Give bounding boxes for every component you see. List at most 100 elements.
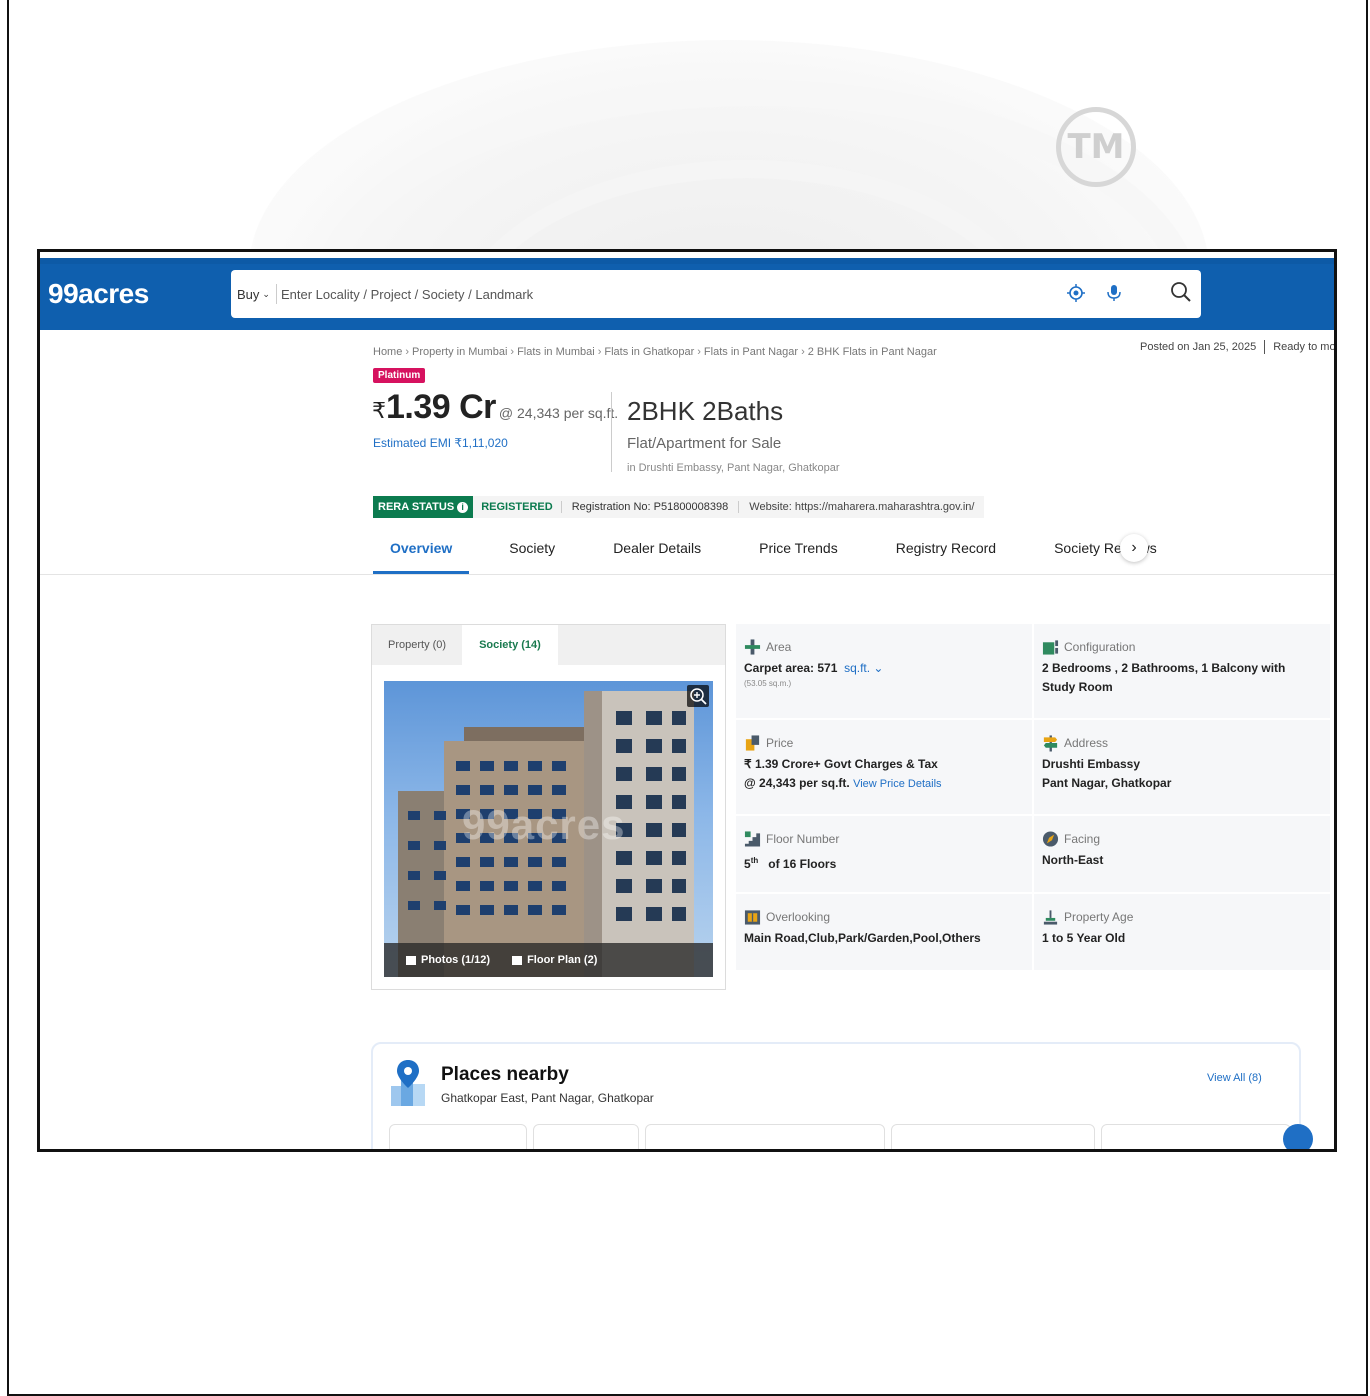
chevron-down-icon[interactable]: ⌄ — [870, 661, 883, 675]
tabs-next-arrow-icon[interactable]: › — [1120, 534, 1148, 562]
zoom-in-icon[interactable] — [687, 685, 709, 707]
places-subtitle: Ghatkopar East, Pant Nagar, Ghatkopar — [441, 1091, 654, 1105]
detail-overlooking: Overlooking Main Road,Club,Park/Garden,P… — [736, 894, 1032, 970]
view-price-details-link[interactable]: View Price Details — [853, 778, 941, 790]
overlooking-value: Main Road,Club,Park/Garden,Pool,Others — [744, 931, 981, 945]
rera-website: Website: https://maharera.maharashtra.go… — [749, 501, 975, 513]
locate-me-icon[interactable] — [1067, 284, 1085, 302]
posted-info: Posted on Jan 25, 2025 Ready to move — [1140, 340, 1336, 354]
media-tabs: Property (0) Society (14) — [372, 625, 725, 665]
search-box: Buy ⌄ — [231, 270, 1201, 318]
photos-label: Photos (1/12) — [421, 954, 491, 966]
floor-plan-label: Floor Plan (2) — [527, 954, 598, 966]
property-age-label: Property Age — [1064, 910, 1134, 924]
price-label: Price — [766, 736, 794, 750]
tab-registry-record[interactable]: Registry Record — [896, 534, 996, 574]
rera-registration-number: Registration No: P51800008398 — [562, 501, 740, 513]
floor-plan-icon — [512, 955, 523, 965]
place-chip[interactable] — [1101, 1124, 1291, 1149]
rera-status-label: RERA STATUS — [378, 501, 455, 513]
rera-registered: REGISTERED — [473, 501, 562, 513]
breadcrumb-flats-pant-nagar[interactable]: Flats in Pant Nagar — [704, 346, 798, 358]
section-tabs: Overview Society Dealer Details Price Tr… — [373, 534, 1215, 574]
buy-dropdown[interactable]: Buy ⌄ — [237, 284, 277, 304]
breadcrumb: Home › Property in Mumbai › Flats in Mumba… — [373, 346, 937, 358]
search-icon[interactable] — [1169, 280, 1193, 304]
floor-suffix: th — [750, 856, 759, 865]
tab-overview[interactable]: Overview — [373, 534, 470, 574]
tab-society[interactable]: Society — [509, 534, 555, 574]
floor-label: Floor Number — [766, 832, 840, 846]
place-chip[interactable] — [389, 1124, 527, 1149]
place-chip[interactable] — [645, 1124, 885, 1149]
listing-subtitle: Flat/Apartment for Sale — [627, 435, 782, 452]
photos-button[interactable]: Photos (1/12) — [406, 954, 490, 966]
estimated-emi-link[interactable]: Estimated EMI ₹1,11,020 — [373, 436, 508, 450]
breadcrumb-flats-ghatkopar[interactable]: Flats in Ghatkopar — [604, 346, 694, 358]
address-signpost-icon — [1043, 735, 1058, 752]
listing-location: in Drushti Embassy, Pant Nagar, Ghatkopa… — [627, 462, 840, 474]
configuration-icon — [1042, 640, 1059, 655]
place-chip[interactable] — [891, 1124, 1095, 1149]
price-value: 1.39 Cr — [386, 388, 496, 426]
listing-title: 2BHK 2Baths — [627, 396, 784, 426]
detail-area: Area Carpet area: 571 sq.ft. ⌄ (53.05 sq… — [736, 624, 1032, 718]
rera-status-badge[interactable]: RERA STATUS i — [373, 496, 474, 518]
breadcrumb-2bhk-pant-nagar[interactable]: 2 BHK Flats in Pant Nagar — [808, 346, 937, 358]
configuration-value: 2 Bedrooms , 2 Bathrooms, 1 Balcony with… — [1042, 661, 1286, 694]
search-input[interactable] — [281, 282, 981, 306]
screenshot-frame: 99acres Buy ⌄ Enter Locality / Project /… — [37, 249, 1337, 1152]
tab-price-trends[interactable]: Price Trends — [759, 534, 838, 574]
info-icon[interactable]: i — [457, 501, 469, 513]
media-tab-society[interactable]: Society (14) — [462, 625, 558, 665]
compass-icon — [1042, 831, 1059, 847]
header-divider — [611, 392, 612, 472]
rera-bar: RERA STATUS i REGISTERED Registration No… — [373, 496, 985, 518]
facing-label: Facing — [1064, 832, 1101, 846]
chevron-down-icon: ⌄ — [262, 288, 270, 299]
breadcrumb-home[interactable]: Home — [373, 346, 402, 358]
property-photo[interactable]: 99acres Photos (1/12) Floor Plan (2) — [384, 681, 713, 977]
price-line-1: ₹ 1.39 Crore+ Govt Charges & Tax — [744, 757, 938, 771]
overlooking-label: Overlooking — [766, 910, 831, 924]
places-location-icon — [391, 1060, 425, 1106]
media-bar: Photos (1/12) Floor Plan (2) — [384, 943, 713, 977]
possession-status: Ready to move — [1273, 340, 1336, 353]
tab-dealer-details[interactable]: Dealer Details — [613, 534, 701, 574]
media-tab-property[interactable]: Property (0) — [372, 625, 462, 665]
place-chip[interactable] — [533, 1124, 639, 1149]
property-age-icon — [1043, 910, 1058, 925]
configuration-label: Configuration — [1064, 640, 1136, 654]
detail-facing: Facing North-East — [1034, 816, 1330, 892]
image-watermark: 99acres — [462, 801, 626, 848]
photo-icon — [406, 955, 416, 965]
tabs-underline — [40, 574, 1334, 575]
address-label: Address — [1064, 736, 1109, 750]
platinum-badge: Platinum — [373, 368, 426, 383]
floor-plan-button[interactable]: Floor Plan (2) — [512, 954, 597, 966]
detail-address: Address Drushti Embassy Pant Nagar, Ghatk… — [1034, 720, 1330, 814]
area-unit-dropdown[interactable]: sq.ft. — [844, 661, 870, 675]
breadcrumb-flats-mumbai[interactable]: Flats in Mumbai — [517, 346, 595, 358]
scroll-next-button[interactable] — [1283, 1124, 1313, 1149]
detail-floor: Floor Number 5th of 16 Floors — [736, 816, 1032, 892]
rupee-symbol: ₹ — [372, 398, 386, 423]
buy-label: Buy — [237, 286, 260, 302]
address-line-2: Pant Nagar, Ghatkopar — [1042, 776, 1172, 790]
floor-total: of 16 Floors — [768, 857, 837, 871]
media-card: Property (0) Society (14) 99acres Photos… — [371, 624, 726, 990]
places-nearby-card: Places nearby Ghatkopar East, Pant Nagar… — [371, 1042, 1313, 1149]
detail-configuration: Configuration 2 Bedrooms , 2 Bathrooms, … — [1034, 624, 1330, 718]
view-all-places-link[interactable]: View All (8) — [1207, 1072, 1262, 1084]
price-icon — [745, 735, 760, 751]
address-line-1: Drushti Embassy — [1042, 757, 1141, 771]
area-label: Area — [766, 640, 792, 654]
posted-date: Posted on Jan 25, 2025 — [1140, 340, 1257, 353]
price-per-sqft: @ 24,343 per sq.ft. — [498, 405, 619, 421]
places-title: Places nearby — [441, 1064, 569, 1085]
site-logo[interactable]: 99acres — [48, 278, 149, 310]
mic-icon[interactable] — [1105, 283, 1123, 303]
breadcrumb-property-mumbai[interactable]: Property in Mumbai — [412, 346, 507, 358]
price-row: ₹ 1.39 Cr @ 24,343 per sq.ft. — [372, 388, 618, 427]
property-age-value: 1 to 5 Year Old — [1042, 931, 1126, 945]
